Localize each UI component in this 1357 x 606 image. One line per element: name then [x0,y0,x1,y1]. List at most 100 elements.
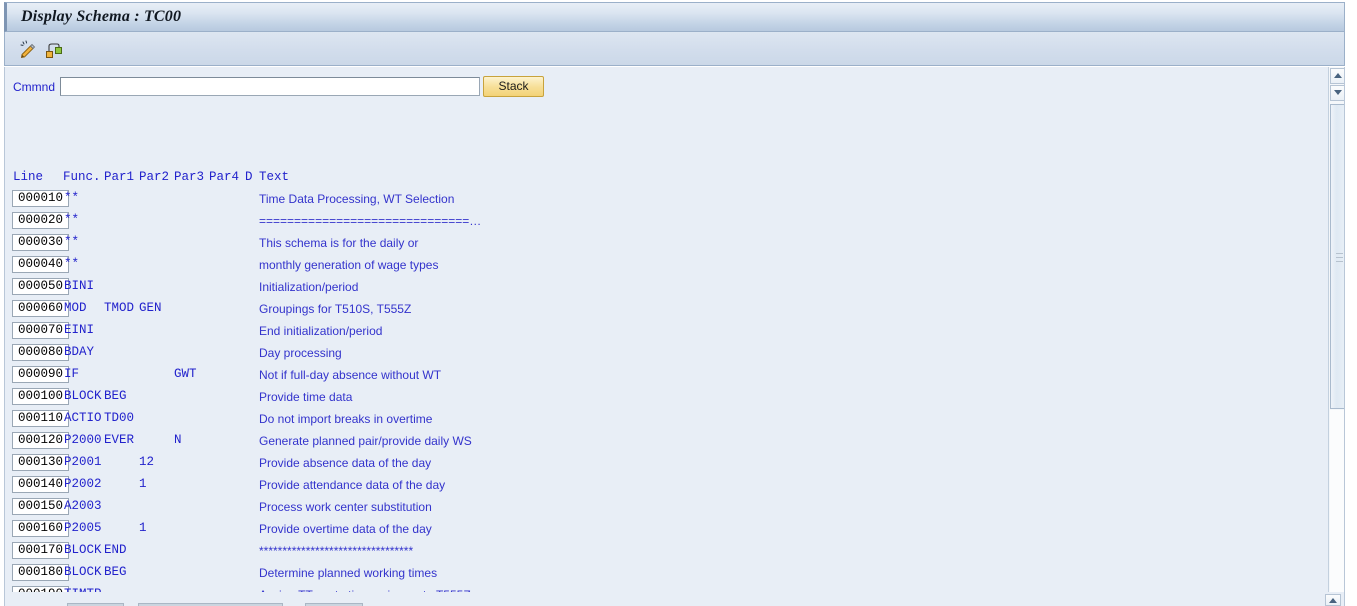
row-cell-par1: TD00 [104,411,135,425]
table-row[interactable]: 000180 BLOCK BEG Determine planned working … [5,563,1325,585]
row-line-number[interactable]: 000060 [12,300,69,317]
row-cell-par1: EVER [104,433,135,447]
sap-display-schema-window: Display Schema : TC00 © www.tutorialkart… [0,0,1357,606]
column-header-par4: Par4 [209,170,240,184]
row-cell-text: Day processing [259,346,342,360]
command-input[interactable] [60,77,480,96]
table-row[interactable]: 000040 ** monthly generation of wage types [5,255,1325,277]
scrollbar-grip-icon [1336,253,1343,262]
row-cell-func: BINI [64,279,95,293]
row-cell-par3: GWT [174,367,197,381]
row-cell-text: Provide overtime data of the day [259,522,432,536]
bottom-button-strip [4,592,1345,606]
row-cell-par1: END [104,543,127,557]
row-cell-text: Do not import breaks in overtime [259,412,433,426]
column-header-func: Func. [63,170,101,184]
row-cell-text: Not if full-day absence without WT [259,368,442,382]
row-line-number[interactable]: 000040 [12,256,69,273]
column-header-d: D [245,170,253,184]
row-cell-par2: 12 [139,455,155,469]
table-row[interactable]: 000110 ACTIO TD00 Do not import breaks in o… [5,409,1325,431]
table-row[interactable]: 000120 P2000 EVER N Generate planned pair/pr… [5,431,1325,453]
column-header-par2: Par2 [139,170,170,184]
row-cell-text: Provide absence data of the day [259,456,432,470]
row-cell-text: End initialization/period [259,324,383,338]
table-row[interactable]: 000080 BDAY Day processing [5,343,1325,365]
schema-rows: 000010 ** Time Data Processing, WT Selecti… [5,189,1325,602]
row-line-number[interactable]: 000050 [12,278,69,295]
table-row[interactable]: 000170 BLOCK END **************************… [5,541,1325,563]
row-cell-text: Provide attendance data of the day [259,478,446,492]
scrollbar-thumb[interactable] [1330,104,1344,409]
row-cell-text: Time Data Processing, WT Selection [259,192,455,206]
row-line-number[interactable]: 000150 [12,498,69,515]
row-cell-text: Process work center substitution [259,500,432,514]
row-cell-text: ********************************* [259,544,414,558]
row-line-number[interactable]: 000120 [12,432,69,449]
table-row[interactable]: 000010 ** Time Data Processing, WT Selecti… [5,189,1325,211]
row-cell-par2: 1 [139,477,147,491]
row-line-number[interactable]: 000080 [12,344,69,361]
table-row[interactable]: 000140 P2002 1 Provide attendance data of t… [5,475,1325,497]
row-cell-text: monthly generation of wage types [259,258,439,272]
table-row[interactable]: 000090 IF GWT Not if full-day absence witho… [5,365,1325,387]
row-cell-func: BLOCK [64,389,102,403]
hierarchy-structure-icon[interactable] [43,38,65,60]
table-row[interactable]: 000020 ** ==============================… [5,211,1325,233]
schema-content-panel: Cmmnd Stack Line Func. Par1 Par2 Par3 Pa… [4,67,1345,603]
row-cell-text: This schema is for the daily or [259,236,419,250]
application-toolbar: © www.tutorialkart.com [4,32,1345,95]
row-cell-func: ** [64,257,80,271]
scroll-down-arrow-bottom-icon[interactable] [1325,594,1341,606]
column-header-line: Line [13,170,44,184]
row-cell-func: ACTIO [64,411,102,425]
row-line-number[interactable]: 000160 [12,520,69,537]
row-line-number[interactable]: 000030 [12,234,69,251]
row-line-number[interactable]: 000100 [12,388,69,405]
table-row[interactable]: 000150 A2003 Process work center substitut… [5,497,1325,519]
row-cell-par3: N [174,433,182,447]
vertical-scrollbar[interactable] [1328,67,1344,602]
table-row[interactable]: 000160 P2005 1 Provide overtime data of the… [5,519,1325,541]
row-line-number[interactable]: 000090 [12,366,69,383]
row-cell-func: P2002 [64,477,102,491]
row-cell-func: A2003 [64,499,102,513]
table-row[interactable]: 000030 ** This schema is for the daily or [5,233,1325,255]
row-line-number[interactable]: 000140 [12,476,69,493]
scroll-down-arrow-icon[interactable] [1330,85,1344,101]
scrollbar-track[interactable] [1330,410,1344,600]
row-line-number[interactable]: 000070 [12,322,69,339]
table-row[interactable]: 000100 BLOCK BEG Provide time data [5,387,1325,409]
row-line-number[interactable]: 000170 [12,542,69,559]
table-row[interactable]: 000070 EINI End initialization/period [5,321,1325,343]
row-cell-text: Groupings for T510S, T555Z [259,302,412,316]
row-cell-par1: TMOD [104,301,135,315]
column-header-par1: Par1 [104,170,135,184]
row-line-number[interactable]: 000110 [12,410,69,427]
edit-pencil-icon[interactable] [17,38,39,60]
window-title-bar: Display Schema : TC00 [4,2,1345,32]
page-title: Display Schema : TC00 [21,8,182,25]
row-cell-func: ** [64,213,80,227]
scroll-up-arrow-icon[interactable] [1330,68,1344,84]
table-row[interactable]: 000060 MOD TMOD GEN Groupings for T510S, T55… [5,299,1325,321]
row-cell-func: IF [64,367,80,381]
row-line-number[interactable]: 000020 [12,212,69,229]
row-cell-par2: GEN [139,301,162,315]
column-header-par3: Par3 [174,170,205,184]
command-field-label: Cmmnd [13,80,56,94]
row-line-number[interactable]: 000180 [12,564,69,581]
row-cell-par1: BEG [104,565,127,579]
row-cell-func: ** [64,191,80,205]
row-cell-text: Initialization/period [259,280,359,294]
row-cell-func: MOD [64,301,87,315]
table-row[interactable]: 000050 BINI Initialization/period [5,277,1325,299]
row-line-number[interactable]: 000010 [12,190,69,207]
table-row[interactable]: 000130 P2001 12 Provide absence data of the… [5,453,1325,475]
row-cell-func: EINI [64,323,95,337]
row-cell-func: BDAY [64,345,95,359]
row-line-number[interactable]: 000130 [12,454,69,471]
row-cell-func: P2005 [64,521,102,535]
stack-button[interactable]: Stack [483,76,544,97]
row-cell-func: BLOCK [64,565,102,579]
